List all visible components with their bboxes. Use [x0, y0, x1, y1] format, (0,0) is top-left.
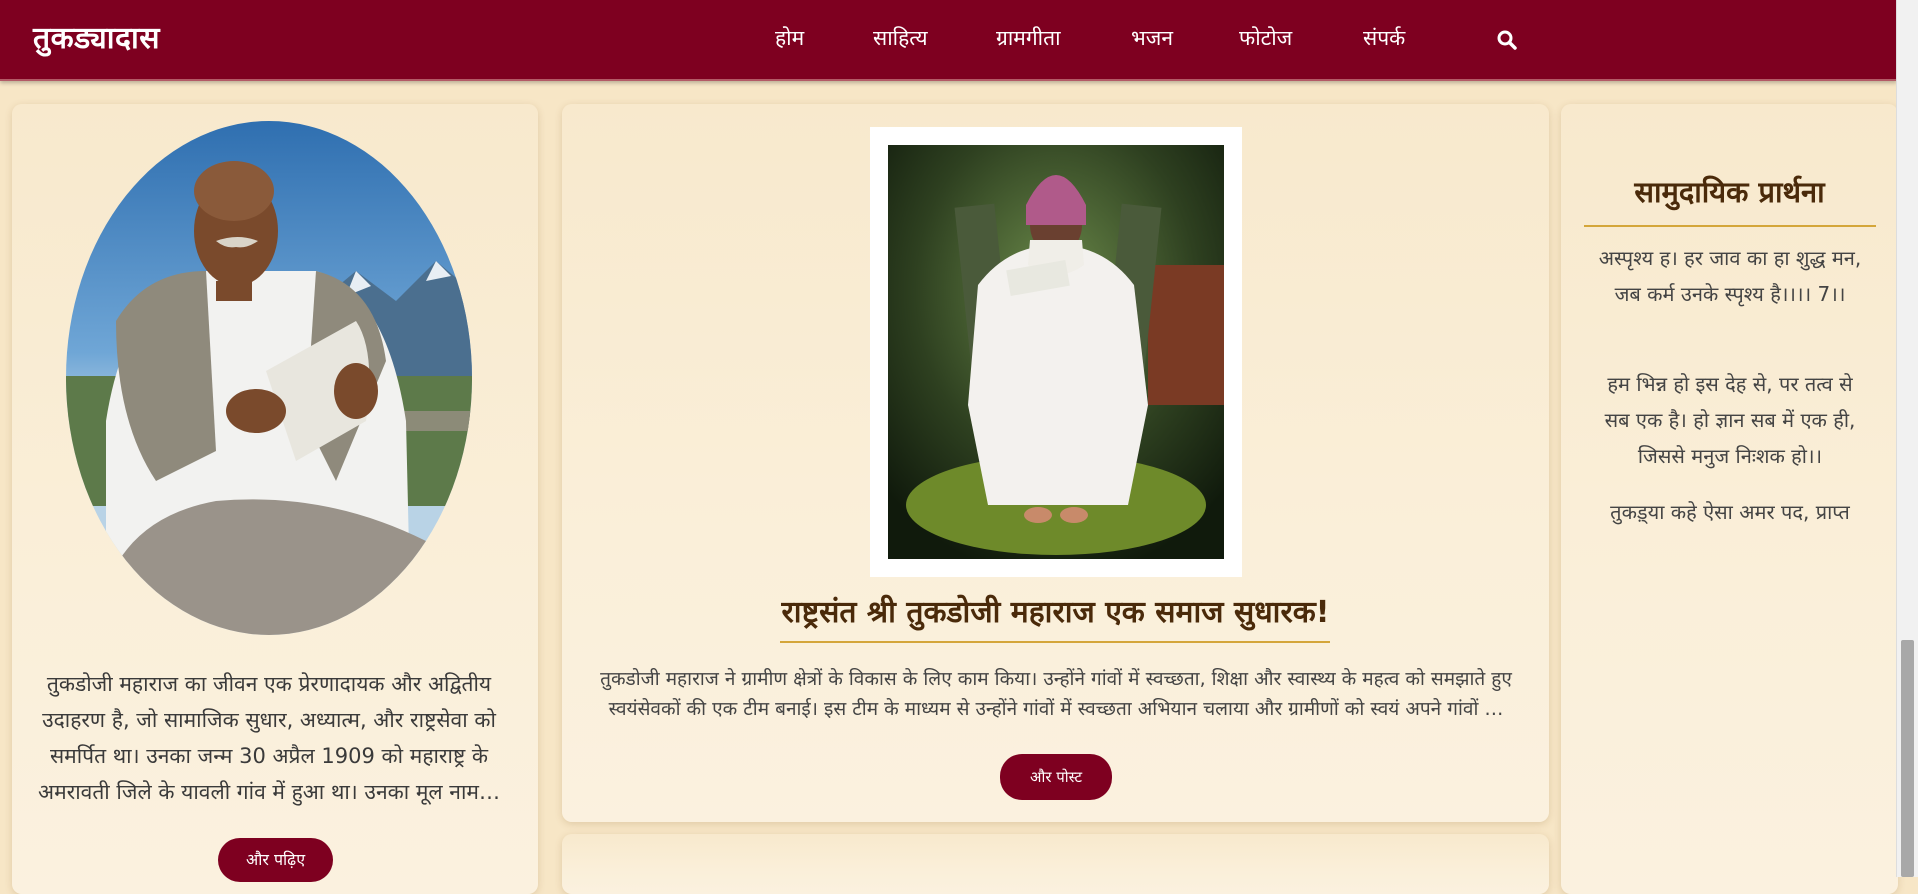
prayer-title: सामुदायिक प्रार्थना — [1634, 175, 1825, 209]
featured-post-excerpt: तुकडोजी महाराज ने ग्रामीण क्षेत्रों के व… — [600, 668, 1512, 720]
page-scrollbar[interactable] — [1896, 0, 1918, 877]
portrait-image — [66, 121, 472, 635]
intro-text: तुकडोजी महाराज का जीवन एक प्रेरणादायक और… — [38, 672, 500, 804]
featured-photo-frame — [870, 127, 1242, 577]
scrollbar-thumb[interactable] — [1901, 640, 1914, 877]
nav-contact[interactable]: संपर्क — [1363, 24, 1405, 52]
site-logo-text[interactable]: तुकड्यादास — [33, 16, 160, 57]
next-post-card — [562, 834, 1549, 894]
read-more-button[interactable]: और पढ़िए — [218, 838, 333, 882]
featured-photo — [888, 145, 1224, 559]
nav-photos[interactable]: फोटोज — [1239, 24, 1292, 52]
nav-bhajan[interactable]: भजन — [1131, 24, 1173, 52]
nav-home[interactable]: होम — [775, 24, 804, 52]
top-navbar: तुकड्यादास होम साहित्य ग्रामगीता भजन फोट… — [0, 0, 1897, 81]
prayer-divider — [1584, 225, 1876, 227]
search-icon[interactable] — [1496, 29, 1518, 51]
prayer-verse: हम भिन्न हो इस देह से, पर तत्व से सब एक … — [1604, 372, 1856, 468]
nav-literature[interactable]: साहित्य — [873, 24, 928, 52]
more-posts-button[interactable]: और पोस्ट — [1000, 754, 1112, 800]
nav-gramgeeta[interactable]: ग्रामगीता — [996, 24, 1061, 52]
prayer-verse: तुकड़्या कहे ऐसा अमर पद, प्राप्त — [1610, 500, 1850, 524]
prayer-verse: अस्पृश्य ह। हर जाव का हा शुद्ध मन, जब कर… — [1598, 246, 1862, 306]
title-divider — [780, 641, 1330, 643]
featured-post-title: राष्ट्रसंत श्री तुकडोजी महाराज एक समाज स… — [781, 595, 1330, 630]
